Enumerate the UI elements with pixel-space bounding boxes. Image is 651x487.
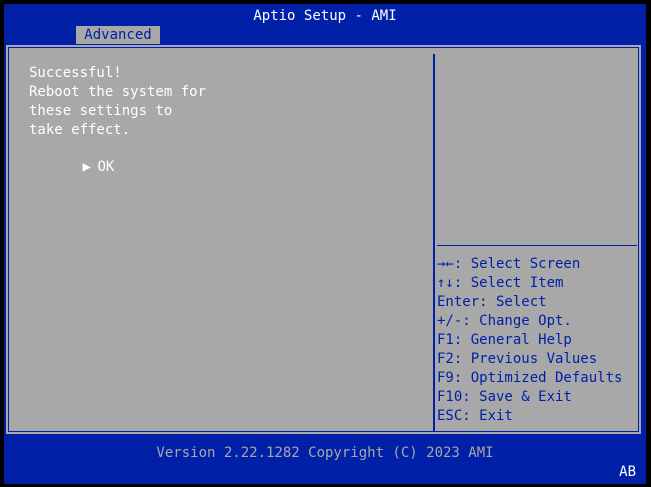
- key-legend: →←: Select Screen ↑↓: Select Item Enter:…: [437, 255, 637, 426]
- key-hint-optimized-defaults: F9: Optimized Defaults: [437, 370, 623, 386]
- message-area: Successful! Reboot the system for these …: [12, 54, 432, 432]
- key-hint-save-exit: F10: Save & Exit: [437, 389, 572, 405]
- key-hint-change-opt: +/-: Change Opt.: [437, 313, 572, 329]
- key-hint-previous-values: F2: Previous Values: [437, 351, 598, 367]
- main-panel: Successful! Reboot the system for these …: [5, 44, 642, 435]
- message-line: Reboot the system for: [29, 84, 207, 100]
- message-line: Successful!: [29, 65, 122, 81]
- key-hint-select-screen: →←: Select Screen: [437, 256, 581, 272]
- key-hint-general-help: F1: General Help: [437, 332, 572, 348]
- bios-screen: Aptio Setup - AMI Advanced Successful! R…: [4, 4, 646, 484]
- app-title: Aptio Setup - AMI: [253, 8, 397, 24]
- ok-label: OK: [97, 159, 115, 175]
- key-hint-select-item: ↑↓: Select Item: [437, 275, 564, 291]
- corner-code: AB: [619, 464, 636, 480]
- key-hint-exit: ESC: Exit: [437, 408, 513, 424]
- message-line: take effect.: [29, 122, 131, 138]
- panel-divider: [433, 54, 435, 432]
- message-line: these settings to: [29, 103, 173, 119]
- tab-advanced[interactable]: Advanced: [76, 26, 160, 44]
- selection-arrow-icon: ▶: [82, 159, 91, 175]
- help-divider: [437, 245, 637, 246]
- key-hint-enter: Enter: Select: [437, 294, 547, 310]
- ok-option[interactable]: ▶ OK: [15, 139, 114, 196]
- version-footer: Version 2.22.1282 Copyright (C) 2023 AMI: [156, 445, 494, 461]
